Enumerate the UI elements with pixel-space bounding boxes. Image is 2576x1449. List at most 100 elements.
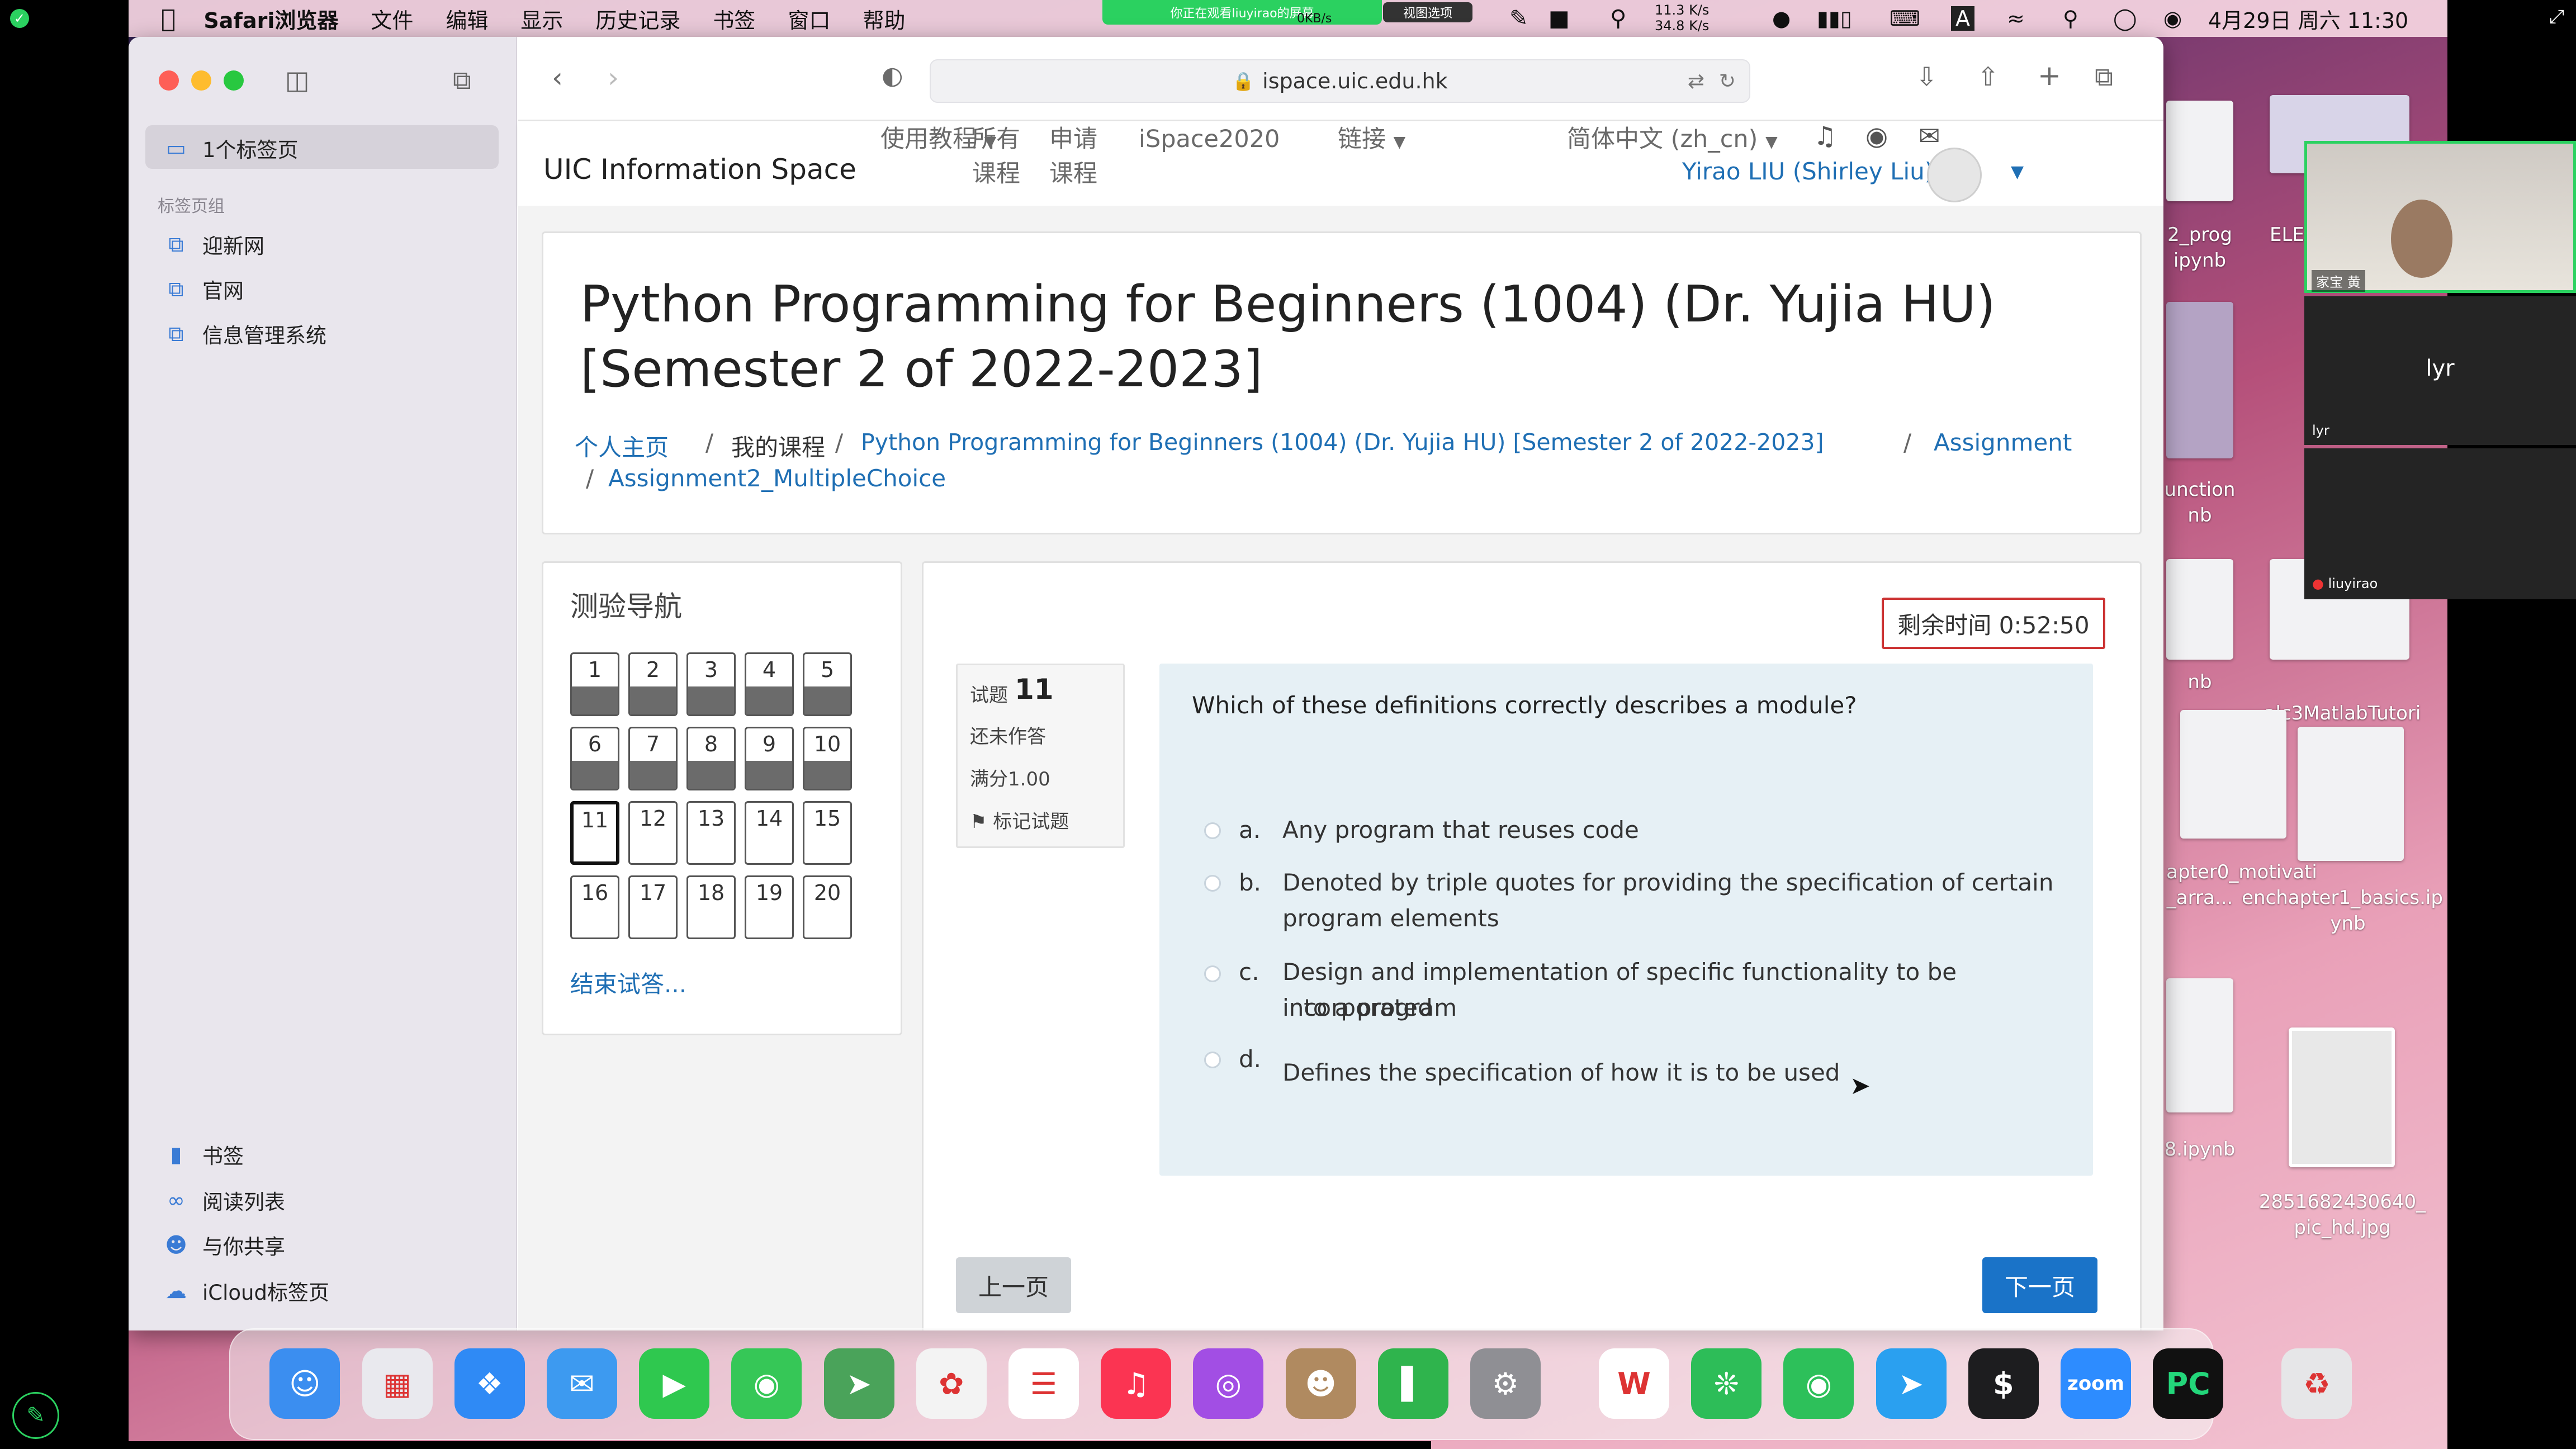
flag-question-button[interactable]: ⚑ 标记试题 [970, 806, 1069, 834]
option-a-text[interactable]: Any program that reuses code [1282, 812, 1639, 848]
view-options-button[interactable]: 视图选项 [1383, 2, 1472, 22]
tab-overview-icon[interactable]: ⧉ [2095, 61, 2113, 93]
evernote-icon[interactable]: ❊ [1691, 1348, 1762, 1419]
option-b-text-2[interactable]: program elements [1282, 901, 1499, 936]
menu-bookmarks[interactable]: 书签 [713, 3, 755, 34]
menu-edit[interactable]: 编辑 [446, 3, 488, 34]
apple-icon[interactable]:  [161, 4, 176, 33]
question-nav-button[interactable]: 4 [745, 652, 794, 716]
reminders-icon[interactable]: ☰ [1008, 1348, 1079, 1419]
music-icon[interactable]: ♫ [1101, 1348, 1172, 1419]
messages-icon[interactable]: ◉ [731, 1348, 802, 1419]
breadcrumb-home[interactable]: 个人主页 [575, 429, 669, 463]
feishu-icon[interactable]: ➤ [1876, 1348, 1947, 1419]
podcasts-icon[interactable]: ◎ [1193, 1348, 1264, 1419]
question-nav-button[interactable]: 13 [686, 801, 736, 865]
facetime-icon[interactable]: ▶ [639, 1348, 710, 1419]
question-nav-button[interactable]: 2 [628, 652, 678, 716]
question-nav-button[interactable]: 6 [570, 727, 619, 790]
avatar[interactable] [1927, 148, 1982, 202]
desktop-photo-icon[interactable] [2289, 1027, 2395, 1167]
safari-icon[interactable]: ❖ [454, 1348, 525, 1419]
question-nav-button[interactable]: 19 [745, 875, 794, 939]
question-nav-button[interactable]: 5 [803, 652, 852, 716]
nav-links-menu[interactable]: 链接 ▼ [1338, 122, 1405, 159]
question-nav-button[interactable]: 14 [745, 801, 794, 865]
notification-bell-icon[interactable]: ♫ [1813, 121, 1836, 151]
desktop-file-icon[interactable] [2166, 101, 2233, 201]
finder-icon[interactable]: ☺ [269, 1348, 340, 1419]
option-b-radio[interactable] [1204, 875, 1221, 892]
annotate-pen-icon[interactable]: ✎ [12, 1392, 59, 1439]
nav-apply-course-line2[interactable]: 课程 [1049, 157, 1097, 191]
control-center-icon[interactable]: ◯ [2113, 0, 2137, 37]
pen-icon[interactable]: ✎ [1509, 0, 1528, 37]
share-icon[interactable]: ⇧ [1977, 61, 1999, 92]
option-d-radio[interactable] [1204, 1052, 1221, 1068]
zoom-video-tile-1[interactable]: 家宝 黄 [2304, 141, 2576, 293]
numbers-icon[interactable]: ▌ [1377, 1348, 1448, 1419]
mail-icon[interactable]: ✉ [1919, 121, 1940, 151]
back-icon[interactable]: ‹ [552, 61, 563, 94]
sidebar-item-tabs[interactable]: ▭ 1个标签页 [162, 133, 299, 163]
bookmark-app-icon[interactable]: ■ [1549, 0, 1570, 37]
system-settings-icon[interactable]: ⚙ [1470, 1348, 1541, 1419]
desktop-file-icon[interactable] [2166, 559, 2233, 660]
question-nav-button[interactable]: 15 [803, 801, 852, 865]
zoom-video-tile-2[interactable]: lyr lyr [2304, 296, 2576, 445]
question-nav-button[interactable]: 18 [686, 875, 736, 939]
privacy-shield-icon[interactable]: ◐ [882, 61, 903, 90]
question-nav-button[interactable]: 11 [570, 801, 619, 865]
menu-window[interactable]: 窗口 [788, 3, 830, 34]
trash-icon[interactable]: ♻ [2281, 1348, 2352, 1419]
question-nav-button[interactable]: 8 [686, 727, 736, 790]
nav-all-courses-line1[interactable]: 所有 [972, 122, 1020, 157]
question-nav-button[interactable]: 12 [628, 801, 678, 865]
sidebar-item-reading-list[interactable]: ∞ 阅读列表 [162, 1185, 285, 1215]
question-nav-button[interactable]: 16 [570, 875, 619, 939]
desktop-file-icon[interactable] [2166, 978, 2233, 1112]
wechat-icon[interactable]: ◉ [1783, 1348, 1854, 1419]
close-window-button[interactable] [159, 70, 179, 91]
new-tab-icon[interactable]: + [2038, 59, 2061, 92]
desktop-file-icon[interactable] [2298, 727, 2404, 861]
breadcrumb-assignment[interactable]: Assignment [1934, 429, 2072, 456]
user-menu-caret-icon[interactable]: ▼ [2011, 162, 2024, 182]
forward-icon[interactable]: › [608, 61, 619, 94]
nav-ispace2020[interactable]: iSpace2020 [1139, 122, 1280, 157]
question-nav-button[interactable]: 10 [803, 727, 852, 790]
drop-icon[interactable]: ● [1772, 0, 1791, 37]
reload-icon[interactable]: ↻ [1719, 70, 1736, 93]
siri-icon[interactable]: ◉ [2163, 0, 2182, 37]
question-nav-button[interactable]: 17 [628, 875, 678, 939]
spotlight-icon[interactable]: ⚲ [2063, 0, 2078, 37]
zoom-video-tile-3[interactable]: ● liuyirao [2304, 448, 2576, 599]
contacts-icon[interactable]: ☻ [1285, 1348, 1356, 1419]
desktop-file-icon[interactable] [2166, 302, 2233, 458]
breadcrumb-quiz[interactable]: Assignment2_MultipleChoice [608, 465, 946, 492]
user-name[interactable]: Yirao LIU (Shirley Liu) [1682, 158, 1934, 185]
menu-view[interactable]: 显示 [520, 3, 563, 34]
mail-icon[interactable]: ✉ [546, 1348, 617, 1419]
nav-apply-course-line1[interactable]: 申请 [1049, 122, 1097, 157]
next-page-button[interactable]: 下一页 [1982, 1257, 2097, 1313]
option-b-text-1[interactable]: Denoted by triple quotes for providing t… [1282, 865, 2053, 901]
sidebar-toggle-icon[interactable]: ◫ [285, 65, 309, 95]
sidebar-item-group[interactable]: ⧉ 信息管理系统 [162, 319, 326, 349]
nav-language-menu[interactable]: 简体中文 (zh_cn) ▼ [1567, 122, 1778, 159]
breadcrumb-course[interactable]: Python Programming for Beginners (1004) … [861, 429, 1824, 456]
battery-icon[interactable]: ▮▮▯ [1817, 0, 1852, 37]
terminal-icon[interactable]: $ [1968, 1348, 2039, 1419]
nav-all-courses-line2[interactable]: 课程 [972, 157, 1020, 191]
sidebar-item-icloud-tabs[interactable]: ☁ iCloud标签页 [162, 1276, 329, 1306]
breadcrumb-my-courses[interactable]: 我的课程 [731, 429, 825, 463]
new-tab-group-icon[interactable]: ⧉ [453, 65, 471, 96]
question-nav-button[interactable]: 7 [628, 727, 678, 790]
download-icon[interactable]: ⇩ [1916, 61, 1938, 92]
zoom-icon[interactable]: zoom [2061, 1348, 2131, 1419]
wps-icon[interactable]: W [1599, 1348, 1669, 1419]
sidebar-item-group[interactable]: ⧉ 迎新网 [162, 229, 264, 259]
sidebar-item-shared[interactable]: ☻ 与你共享 [162, 1230, 285, 1260]
previous-page-button[interactable]: 上一页 [956, 1257, 1071, 1313]
option-d-text[interactable]: Defines the specification of how it is t… [1282, 1055, 1840, 1091]
